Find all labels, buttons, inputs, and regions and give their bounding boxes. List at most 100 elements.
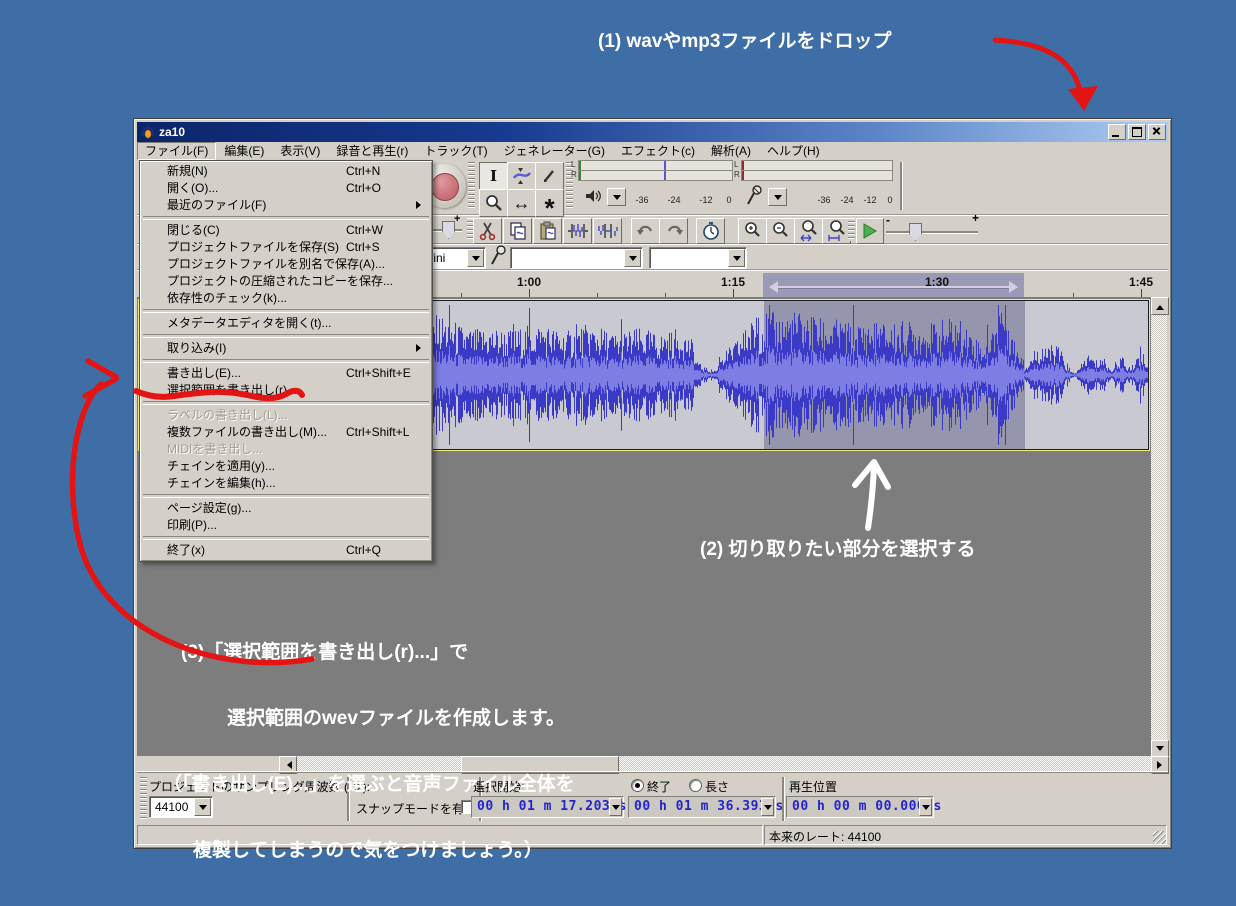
fit-selection-button[interactable]: [794, 218, 823, 244]
menu-item[interactable]: ページ設定(g)...: [141, 500, 431, 517]
menubar-item[interactable]: トラック(T): [416, 142, 495, 160]
menubar-item[interactable]: ジェネレーター(G): [496, 142, 613, 160]
recording-channels-combo[interactable]: [649, 247, 747, 269]
menu-bar: ファイル(F)編集(E)表示(V)録音と再生(r)トラック(T)ジェネレーター(…: [137, 142, 1168, 160]
menu-item[interactable]: 選択範囲を書き出し(r)...: [141, 382, 431, 399]
menu-item[interactable]: チェインを適用(y)...: [141, 458, 431, 475]
copy-button[interactable]: [503, 218, 532, 244]
chevron-down-icon[interactable]: [728, 249, 745, 267]
menu-item[interactable]: 書き出し(E)...Ctrl+Shift+E: [141, 365, 431, 382]
chevron-down-icon[interactable]: [624, 249, 641, 267]
playback-meter-dropdown[interactable]: [607, 188, 626, 206]
title-bar[interactable]: za10: [137, 122, 1168, 142]
selection-toolbar-grip[interactable]: [140, 777, 147, 821]
play-icon: [861, 222, 879, 240]
recording-meter-right[interactable]: [741, 170, 893, 181]
file-menu: 新規(N)Ctrl+N開く(O)...Ctrl+O最近のファイル(F) 閉じる(C…: [139, 160, 433, 562]
paste-icon: [538, 221, 558, 241]
envelope-tool-button[interactable]: [507, 162, 536, 190]
menubar-item[interactable]: エフェクト(c): [613, 142, 703, 160]
menubar-item[interactable]: ヘルプ(H): [759, 142, 828, 160]
chevron-down-icon: [774, 195, 782, 204]
zoom-tool-button[interactable]: [479, 189, 508, 217]
silence-button[interactable]: [593, 218, 622, 244]
selection-end-field[interactable]: 00 h 01 m 36.393 s: [628, 796, 776, 818]
menubar-item[interactable]: 録音と再生(r): [328, 142, 416, 160]
step1-arrow: [995, 40, 1080, 90]
multi-tool-button[interactable]: *: [535, 189, 564, 217]
end-radio[interactable]: [631, 779, 644, 792]
menu-item: ラベルの書き出し(L)...: [141, 407, 431, 424]
annotation-step3-line: (3)「選択範囲を書き出し(r)...」で: [163, 642, 575, 664]
chevron-down-icon[interactable]: [919, 798, 932, 816]
menu-item[interactable]: 取り込み(I): [141, 340, 431, 357]
playback-meter-right[interactable]: [578, 170, 733, 181]
zoom-in-button[interactable]: [738, 218, 767, 244]
menu-item[interactable]: 新規(N)Ctrl+N: [141, 163, 431, 180]
status-bar-right: 本来のレート: 44100: [764, 825, 1167, 845]
trim-button[interactable]: [563, 218, 592, 244]
chevron-down-icon[interactable]: [609, 798, 622, 816]
menu-separator: [143, 494, 429, 498]
menu-item[interactable]: 最近のファイル(F): [141, 197, 431, 214]
chevron-down-icon[interactable]: [761, 798, 774, 816]
play-at-speed-button[interactable]: [856, 218, 884, 244]
status-rate-text: 本来のレート: 44100: [769, 828, 881, 845]
menu-item[interactable]: プロジェクトファイルを保存(S)Ctrl+S: [141, 239, 431, 256]
timeshift-tool-button[interactable]: ↔: [507, 189, 536, 217]
paste-button[interactable]: [533, 218, 562, 244]
close-button[interactable]: [1148, 124, 1166, 140]
ruler-selection-region[interactable]: [763, 273, 1024, 297]
menubar-item[interactable]: 編集(E): [216, 142, 272, 160]
menu-item[interactable]: プロジェクトファイルを別名で保存(A)...: [141, 256, 431, 273]
recording-meter-dropdown[interactable]: [768, 188, 787, 206]
speed-slider[interactable]: [886, 231, 978, 233]
chevron-down-icon[interactable]: [467, 249, 484, 267]
menu-item[interactable]: 開く(O)...Ctrl+O: [141, 180, 431, 197]
length-radio[interactable]: [689, 779, 702, 792]
meter-scale-label: -24: [667, 195, 680, 205]
trim-icon: [567, 221, 589, 241]
menu-item[interactable]: 閉じる(C)Ctrl+W: [141, 222, 431, 239]
maximize-icon: [1132, 127, 1142, 137]
ruler-time-label: 1:00: [517, 275, 541, 289]
menu-item[interactable]: 依存性のチェック(k)...: [141, 290, 431, 307]
fit-project-button[interactable]: [822, 218, 851, 244]
menubar-item[interactable]: 解析(A): [703, 142, 759, 160]
undo-button[interactable]: [631, 218, 660, 244]
menubar-item[interactable]: ファイル(F): [137, 142, 216, 160]
maximize-button[interactable]: [1128, 124, 1146, 140]
selection-right-arrow-icon[interactable]: [1009, 281, 1024, 293]
submenu-arrow-icon: [416, 344, 425, 352]
menu-item[interactable]: メタデータエディタを開く(t)...: [141, 315, 431, 332]
menu-item[interactable]: プロジェクトの圧縮されたコピーを保存...: [141, 273, 431, 290]
redo-button[interactable]: [659, 218, 688, 244]
playback-position-field[interactable]: 00 h 00 m 00.000 s: [786, 796, 934, 818]
zoom-out-button[interactable]: [766, 218, 795, 244]
menu-separator: [143, 536, 429, 540]
menu-separator: [143, 334, 429, 338]
meter-right-label: R: [571, 170, 577, 179]
menu-separator: [143, 401, 429, 405]
multi-tool-icon: *: [544, 193, 554, 213]
draw-tool-button[interactable]: [535, 162, 564, 190]
selection-tool-button[interactable]: I: [479, 162, 508, 190]
menu-item[interactable]: チェインを編集(h)...: [141, 475, 431, 492]
recording-device-combo[interactable]: [510, 247, 643, 269]
audio-host-combo[interactable]: fini: [424, 247, 486, 269]
transcription-toolbar-grip[interactable]: [848, 218, 855, 241]
menu-item[interactable]: 印刷(P)...: [141, 517, 431, 534]
menu-separator: [143, 359, 429, 363]
minimize-button[interactable]: [1108, 124, 1126, 140]
scroll-up-button[interactable]: [1151, 297, 1169, 315]
selection-left-arrow-icon[interactable]: [763, 281, 778, 293]
menu-item[interactable]: 複数ファイルの書き出し(M)...Ctrl+Shift+L: [141, 424, 431, 441]
menu-item[interactable]: 終了(x)Ctrl+Q: [141, 542, 431, 559]
menubar-item[interactable]: 表示(V): [272, 142, 328, 160]
timer-button[interactable]: [696, 218, 725, 244]
vertical-scrollbar[interactable]: [1151, 297, 1167, 756]
tools-toolbar-grip[interactable]: [468, 162, 475, 210]
resize-grip[interactable]: [1153, 831, 1166, 844]
length-radio-label: 長さ: [705, 778, 729, 795]
cut-button[interactable]: [473, 218, 502, 244]
